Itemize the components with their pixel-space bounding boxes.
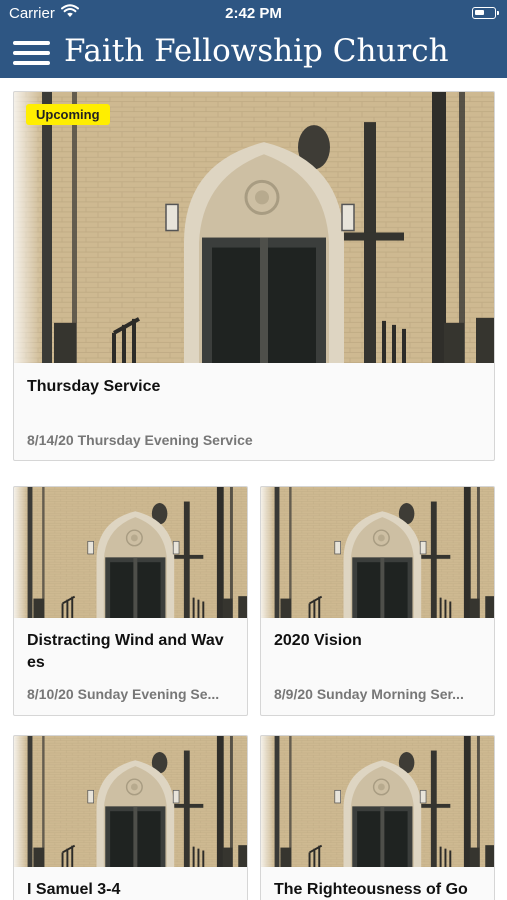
- card-title: Thursday Service: [27, 378, 161, 395]
- sermon-thumbnail: [261, 736, 494, 867]
- sermon-card[interactable]: Distracting Wind and Waves 8/10/20 Sunda…: [13, 486, 248, 716]
- status-bar: Carrier 2:42 PM: [0, 0, 507, 28]
- upcoming-badge: Upcoming: [26, 104, 110, 125]
- battery-icon: [472, 7, 499, 19]
- hamburger-menu-icon[interactable]: [13, 39, 51, 67]
- sermon-thumbnail: [14, 92, 494, 363]
- sermon-card[interactable]: The Righteousness of Go: [260, 735, 495, 900]
- app-header: Carrier 2:42 PM Faith Fellowship Church: [0, 0, 507, 78]
- card-title: 2020 Vision: [274, 632, 362, 649]
- card-subtitle: 8/9/20 Sunday Morning Ser...: [274, 686, 464, 702]
- sermon-thumbnail: [14, 736, 247, 867]
- card-title: Distracting Wind and Waves: [27, 632, 224, 671]
- sermon-thumbnail: [261, 487, 494, 618]
- card-subtitle: 8/10/20 Sunday Evening Se...: [27, 686, 220, 702]
- card-subtitle: 8/14/20 Thursday Evening Service: [27, 432, 253, 448]
- sermon-card[interactable]: 2020 Vision 8/9/20 Sunday Morning Ser...: [260, 486, 495, 716]
- sermon-card[interactable]: I Samuel 3-4: [13, 735, 248, 900]
- status-time: 2:42 PM: [225, 5, 282, 22]
- card-title: I Samuel 3-4: [27, 881, 121, 898]
- card-title: The Righteousness of Go: [274, 881, 468, 898]
- page-title: Faith Fellowship Church: [64, 33, 449, 69]
- sermon-thumbnail: [14, 487, 247, 618]
- featured-sermon-card[interactable]: Upcoming Thursday Service 8/14/20 Thursd…: [13, 91, 495, 461]
